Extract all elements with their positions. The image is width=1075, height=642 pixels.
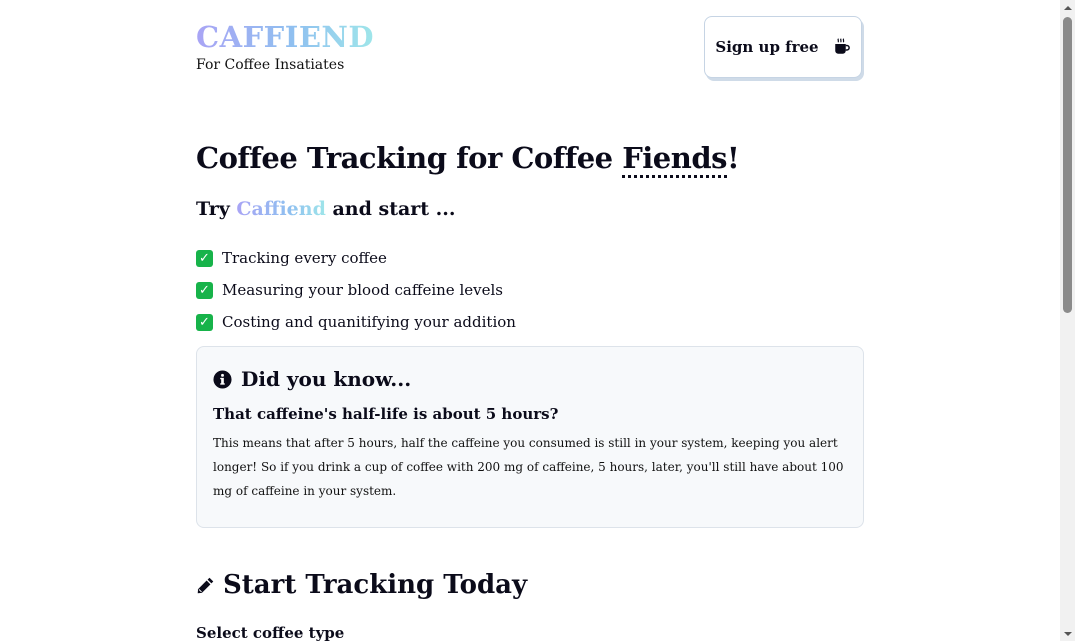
start-tracking-title: Start Tracking Today: [223, 570, 528, 600]
pencil-icon: [197, 577, 214, 593]
scrollbar-thumb[interactable]: [1063, 17, 1072, 313]
card-title: Did you know...: [213, 367, 847, 391]
card-body: This means that after 5 hours, half the …: [213, 436, 844, 498]
check-icon: ✓: [196, 313, 213, 331]
feature-item: ✓ Measuring your blood caffeine levels: [196, 274, 516, 306]
scrollbar[interactable]: [1060, 0, 1075, 641]
try-brand: Caffiend: [236, 198, 326, 220]
scroll-up-arrow[interactable]: [1060, 0, 1075, 15]
select-coffee-type-label: Select coffee type: [196, 624, 345, 642]
check-icon: ✓: [196, 281, 213, 299]
hero-title-highlight: Fiends: [622, 141, 727, 178]
logo[interactable]: CAFFIEND: [196, 19, 374, 55]
check-icon: ✓: [196, 249, 213, 267]
signup-button-label: Sign up free: [715, 38, 819, 56]
scroll-down-arrow[interactable]: [1060, 626, 1075, 641]
start-tracking-heading: Start Tracking Today: [196, 570, 527, 600]
signup-button[interactable]: Sign up free: [704, 16, 862, 78]
card-subtitle: That caffeine's half-life is about 5 hou…: [213, 405, 559, 423]
did-you-know-card: Did you know... That caffeine's half-lif…: [196, 346, 864, 528]
hero-title: Coffee Tracking for Coffee Fiends!: [196, 138, 740, 178]
feature-list: ✓ Tracking every coffee ✓ Measuring your…: [196, 242, 516, 338]
feature-label: Costing and quanitifying your addition: [222, 313, 516, 331]
mug-hot-icon: [834, 38, 850, 54]
try-heading: Try Caffiend and start ...: [196, 198, 456, 220]
feature-label: Measuring your blood caffeine levels: [222, 281, 503, 299]
info-icon: [213, 369, 232, 389]
feature-item: ✓ Costing and quanitifying your addition: [196, 306, 516, 338]
feature-label: Tracking every coffee: [222, 249, 387, 267]
brand: CAFFIEND For Coffee Insatiates: [196, 19, 374, 73]
tagline: For Coffee Insatiates: [196, 57, 345, 73]
card-title-text: Did you know...: [241, 367, 412, 391]
feature-item: ✓ Tracking every coffee: [196, 242, 516, 274]
